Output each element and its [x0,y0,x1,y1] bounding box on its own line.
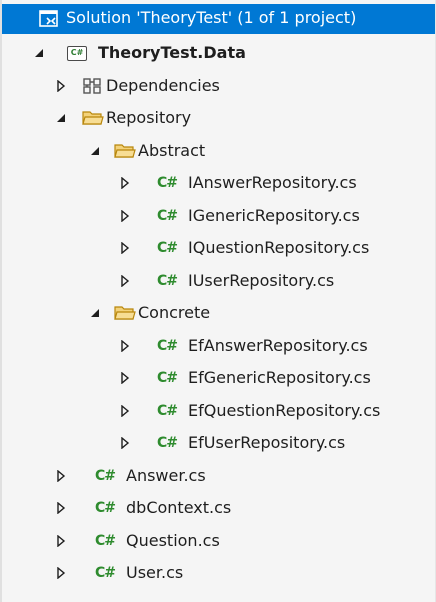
file-label: IUserRepository.cs [188,271,335,290]
tree-node-dependencies[interactable]: Dependencies [2,70,435,102]
tree-node-abstract[interactable]: Abstract [2,135,435,167]
file-label: EfUserRepository.cs [188,433,346,452]
tree-node-file[interactable]: C# Question.cs [2,525,435,557]
tree-node-file[interactable]: C# User.cs [2,557,435,589]
collapsed-arrow-icon[interactable] [118,241,132,255]
tree-node-file[interactable]: C# IUserRepository.cs [2,265,435,297]
file-label: Answer.cs [126,466,206,485]
solution-icon [38,10,60,28]
collapsed-arrow-icon[interactable] [54,534,68,548]
concrete-label: Concrete [138,303,211,322]
expanded-arrow-icon[interactable] [54,111,68,125]
dependencies-label: Dependencies [106,76,220,95]
csharp-file-icon: C# [94,468,116,484]
csharp-file-icon: C# [156,370,178,386]
tree-node-concrete[interactable]: Concrete [2,297,435,329]
file-label: IGenericRepository.cs [188,206,360,225]
collapsed-arrow-icon[interactable] [118,176,132,190]
abstract-label: Abstract [138,141,206,160]
dependencies-icon [82,77,104,95]
csharp-file-icon: C# [156,208,178,224]
tree-node-file[interactable]: C# IQuestionRepository.cs [2,232,435,264]
tree-node-solution[interactable]: Solution 'TheoryTest' (1 of 1 project) [2,4,435,34]
collapsed-arrow-icon[interactable] [54,79,68,93]
file-label: IAnswerRepository.cs [188,173,357,192]
csharp-file-icon: C# [156,435,178,451]
tree-node-file[interactable]: C# IAnswerRepository.cs [2,167,435,199]
file-label: EfGenericRepository.cs [188,368,371,387]
expanded-arrow-icon[interactable] [88,306,102,320]
csharp-file-icon: C# [94,565,116,581]
tree-node-file[interactable]: C# Answer.cs [2,460,435,492]
csharp-file-icon: C# [156,240,178,256]
csharp-file-icon: C# [94,533,116,549]
csharp-file-icon: C# [156,175,178,191]
tree-node-file[interactable]: C# EfUserRepository.cs [2,427,435,459]
folder-open-icon [114,304,136,322]
collapsed-arrow-icon[interactable] [118,274,132,288]
csharp-file-icon: C# [156,403,178,419]
tree-node-file[interactable]: C# dbContext.cs [2,492,435,524]
solution-explorer-tree: Solution 'TheoryTest' (1 of 1 project) C… [0,0,436,602]
collapsed-arrow-icon[interactable] [118,371,132,385]
expanded-arrow-icon[interactable] [32,46,46,60]
folder-open-icon [82,109,104,127]
solution-label: Solution 'TheoryTest' (1 of 1 project) [66,8,357,27]
file-label: User.cs [126,563,184,582]
file-label: EfAnswerRepository.cs [188,336,368,355]
collapsed-arrow-icon[interactable] [118,339,132,353]
collapsed-arrow-icon[interactable] [54,501,68,515]
tree-node-file[interactable]: C# EfQuestionRepository.cs [2,395,435,427]
collapsed-arrow-icon[interactable] [118,209,132,223]
csharp-project-icon: C# [66,44,88,62]
project-label: TheoryTest.Data [98,43,246,62]
expanded-arrow-icon[interactable] [88,144,102,158]
collapsed-arrow-icon[interactable] [54,566,68,580]
file-label: EfQuestionRepository.cs [188,401,381,420]
file-label: dbContext.cs [126,498,232,517]
file-label: IQuestionRepository.cs [188,238,370,257]
tree-node-file[interactable]: C# IGenericRepository.cs [2,200,435,232]
collapsed-arrow-icon[interactable] [118,436,132,450]
csharp-file-icon: C# [156,338,178,354]
csharp-file-icon: C# [94,500,116,516]
csharp-file-icon: C# [156,273,178,289]
collapsed-arrow-icon[interactable] [118,404,132,418]
folder-open-icon [114,142,136,160]
collapsed-arrow-icon[interactable] [54,469,68,483]
tree-node-file[interactable]: C# EfGenericRepository.cs [2,362,435,394]
repository-label: Repository [106,108,192,127]
tree-node-project[interactable]: C# TheoryTest.Data [2,37,435,69]
tree-node-file[interactable]: C# EfAnswerRepository.cs [2,330,435,362]
file-label: Question.cs [126,531,220,550]
tree-node-repository[interactable]: Repository [2,102,435,134]
